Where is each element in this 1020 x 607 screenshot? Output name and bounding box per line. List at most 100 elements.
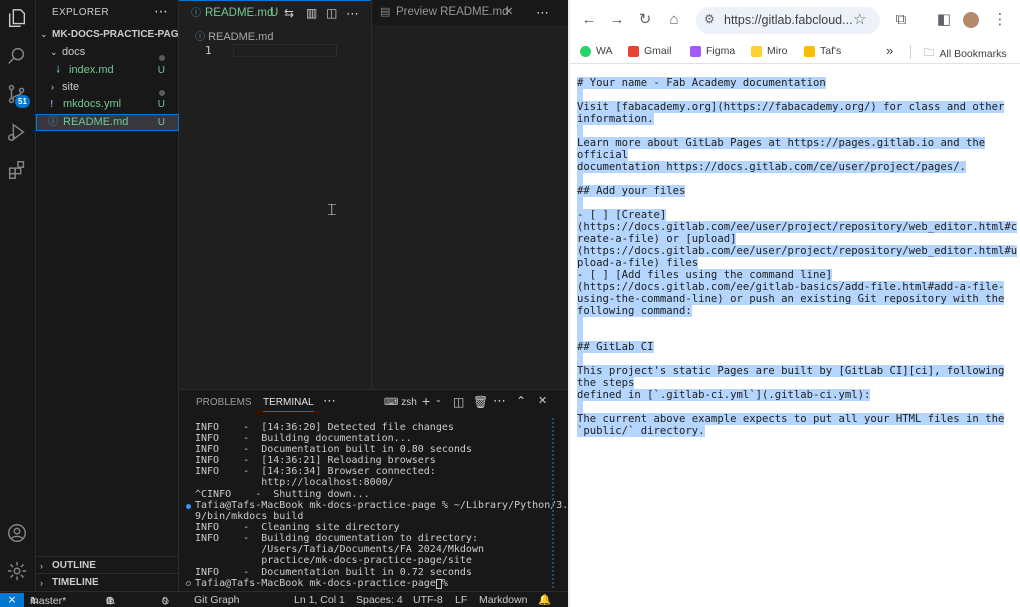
selected-text[interactable]: (https://docs.gitlab.com/ee/gitlab-basic… bbox=[577, 281, 1005, 293]
selected-text[interactable]: the steps bbox=[577, 377, 635, 389]
selected-text[interactable] bbox=[577, 401, 584, 413]
selected-text[interactable] bbox=[577, 173, 584, 185]
accounts-icon[interactable] bbox=[4, 520, 30, 546]
selected-text[interactable]: defined in [`.gitlab-ci.yml`](.gitlab-ci… bbox=[577, 389, 871, 401]
selected-text[interactable]: reate-a-file) or [upload] bbox=[577, 233, 737, 245]
maximize-panel-icon[interactable]: ⌃ bbox=[516, 394, 526, 408]
chevron-down-icon[interactable]: ⌄ bbox=[435, 395, 442, 404]
bookmark-miro[interactable]: Miro bbox=[751, 45, 787, 57]
selected-text[interactable]: official bbox=[577, 149, 629, 161]
encoding[interactable]: UTF-8 bbox=[413, 593, 443, 607]
explorer-icon[interactable] bbox=[4, 5, 30, 31]
bookmark-gmail[interactable]: Gmail bbox=[628, 45, 671, 57]
home-icon[interactable]: ⌂ bbox=[664, 10, 684, 30]
terminal-scrollbar[interactable] bbox=[552, 418, 554, 588]
selected-text[interactable]: information. bbox=[577, 113, 654, 125]
timeline-section[interactable]: › TIMELINE bbox=[36, 573, 179, 591]
split-terminal-icon[interactable]: ◫ bbox=[453, 395, 464, 409]
bookmark-figma[interactable]: Figma bbox=[690, 45, 735, 57]
tree-item-mkdocs-yml[interactable]: ! mkdocs.yml U bbox=[36, 96, 179, 113]
selected-text[interactable] bbox=[577, 197, 584, 209]
selected-text[interactable]: documentation https://docs.gitlab.com/ce… bbox=[577, 161, 967, 173]
selected-text[interactable]: Visit [fabacademy.org](https://fabacadem… bbox=[577, 101, 1005, 113]
selected-text[interactable]: using-the-command-line) or push an exist… bbox=[577, 293, 1005, 305]
more-bookmarks-icon[interactable]: » bbox=[886, 43, 893, 58]
more-actions-icon[interactable]: ⋯ bbox=[323, 393, 336, 409]
extensions-icon[interactable] bbox=[4, 157, 30, 183]
selected-text[interactable]: (https://docs.gitlab.com/ee/user/project… bbox=[577, 245, 1018, 257]
forward-arrow-icon[interactable]: → bbox=[607, 10, 627, 30]
run-debug-icon[interactable] bbox=[4, 119, 30, 145]
selected-text[interactable]: ## GitLab CI bbox=[577, 341, 654, 353]
tree-item-readme-md[interactable]: ⓘ README.md U bbox=[36, 114, 179, 131]
tab-readme[interactable]: ⓘ README.md U ⇆ ▥ ◫ ⋯ bbox=[179, 0, 371, 25]
trash-icon[interactable]: 🗑 bbox=[473, 395, 488, 409]
selected-text[interactable] bbox=[577, 125, 584, 137]
selected-text[interactable]: This project's static Pages are built by… bbox=[577, 365, 1005, 377]
markdown-line bbox=[577, 125, 584, 137]
more-actions-icon[interactable]: ⋯ bbox=[346, 1, 359, 26]
selected-text[interactable]: - [ ] [Create] bbox=[577, 209, 667, 221]
end-of-line[interactable]: LF bbox=[455, 593, 467, 607]
close-icon[interactable]: ✕ bbox=[504, 0, 514, 25]
markdown-line bbox=[577, 401, 584, 413]
all-bookmarks[interactable]: 🗀 All Bookmarks bbox=[924, 45, 1007, 63]
selected-text[interactable]: (https://docs.gitlab.com/ee/user/project… bbox=[577, 221, 1018, 233]
breadcrumb[interactable]: ⓘ README.md bbox=[195, 28, 273, 43]
indentation[interactable]: Spaces: 4 bbox=[356, 593, 403, 607]
selected-text[interactable]: # Your name - Fab Academy documentation bbox=[577, 77, 826, 89]
extensions-puzzle-icon[interactable]: ⧉ bbox=[891, 10, 911, 30]
selected-text[interactable]: `public/` directory. bbox=[577, 425, 705, 437]
tab-preview-readme[interactable]: ▤ Preview README.md ✕ bbox=[372, 0, 517, 25]
language-mode[interactable]: Markdown bbox=[479, 593, 527, 607]
profile-avatar[interactable] bbox=[963, 12, 979, 28]
back-arrow-icon[interactable]: ← bbox=[579, 10, 599, 30]
tab-problems[interactable]: PROBLEMS bbox=[196, 397, 252, 408]
more-actions-icon[interactable]: ⋯ bbox=[154, 3, 168, 20]
close-panel-icon[interactable]: ✕ bbox=[538, 394, 547, 407]
selected-text[interactable]: following command: bbox=[577, 305, 692, 317]
reload-icon[interactable]: ↻ bbox=[635, 10, 655, 30]
selected-text[interactable]: Learn more about GitLab Pages at https:/… bbox=[577, 137, 986, 149]
address-bar[interactable]: ⚙ https://gitlab.fabcloud... ☆ bbox=[696, 7, 880, 34]
markdown-line: using-the-command-line) or push an exist… bbox=[577, 293, 1005, 305]
selected-text[interactable]: - [ ] [Add files using the command line] bbox=[577, 269, 833, 281]
more-actions-icon[interactable]: ⋯ bbox=[536, 0, 549, 25]
cursor-position[interactable]: Ln 1, Col 1 bbox=[294, 593, 345, 607]
selected-text[interactable]: ## Add your files bbox=[577, 185, 686, 197]
chrome-menu-icon[interactable]: ⋮ bbox=[990, 10, 1010, 30]
selected-text[interactable] bbox=[577, 329, 584, 341]
selected-text[interactable] bbox=[577, 353, 584, 365]
markdown-line: Learn more about GitLab Pages at https:/… bbox=[577, 137, 986, 149]
side-panel-icon[interactable]: ◧ bbox=[934, 10, 954, 30]
selected-text[interactable]: The current above example expects to put… bbox=[577, 413, 1005, 425]
new-terminal-icon[interactable]: + bbox=[422, 393, 430, 409]
editor-area: ⓘ README.md U ⇆ ▥ ◫ ⋯ ▤ Preview README.m… bbox=[179, 0, 568, 389]
tree-item-site[interactable]: › site bbox=[36, 79, 179, 96]
tree-item-docs[interactable]: ⌄ docs bbox=[36, 44, 179, 61]
tree-item-index-md[interactable]: 🠗 index.md U bbox=[36, 62, 179, 79]
bookmark-star-icon[interactable]: ☆ bbox=[853, 10, 866, 28]
terminal-shell[interactable]: ⌨ zsh bbox=[384, 397, 417, 408]
project-folder-header[interactable]: ⌄ MK-DOCS-PRACTICE-PAGE bbox=[36, 26, 185, 43]
split-editor-icon[interactable]: ◫ bbox=[326, 1, 337, 26]
selected-text[interactable] bbox=[577, 317, 584, 329]
search-icon[interactable] bbox=[4, 43, 30, 69]
settings-gear-icon[interactable] bbox=[4, 558, 30, 584]
info-file-icon: ⓘ bbox=[48, 117, 58, 128]
git-graph-button[interactable]: Git Graph bbox=[194, 593, 240, 607]
selected-text[interactable]: pload-a-file) files bbox=[577, 257, 699, 269]
open-changes-icon[interactable]: ⇆ bbox=[284, 1, 294, 26]
remote-indicator-icon[interactable]: ⨯ bbox=[0, 593, 24, 607]
bookmark-wa[interactable]: WA bbox=[580, 45, 613, 57]
more-actions-icon[interactable]: ⋯ bbox=[493, 393, 506, 409]
selected-text[interactable] bbox=[577, 89, 584, 101]
editor-text-area[interactable] bbox=[233, 44, 337, 57]
notifications-bell-icon[interactable]: 🔔 bbox=[538, 593, 551, 607]
tab-terminal[interactable]: TERMINAL bbox=[263, 397, 314, 412]
outline-section[interactable]: › OUTLINE bbox=[36, 556, 179, 574]
open-preview-icon[interactable]: ▥ bbox=[306, 1, 317, 26]
bookmark-tafs[interactable]: Taf's bbox=[804, 45, 841, 57]
site-settings-icon[interactable]: ⚙ bbox=[704, 12, 715, 26]
whatsapp-icon bbox=[580, 45, 591, 57]
